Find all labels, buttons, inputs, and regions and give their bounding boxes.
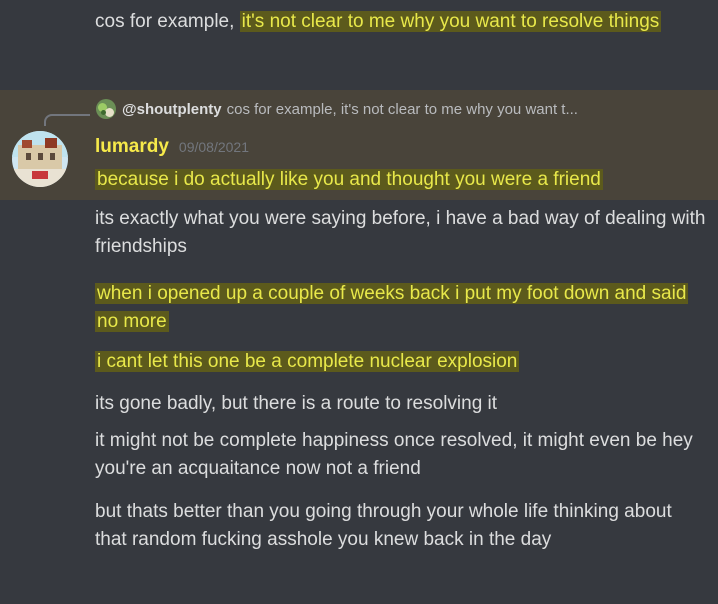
message-text: its gone badly, but there is a route to … bbox=[95, 393, 498, 414]
reply-spine bbox=[44, 114, 90, 126]
message-line: because i do actually like you and thoug… bbox=[95, 166, 708, 194]
message-header: lumardy 09/08/2021 bbox=[95, 136, 249, 162]
reply-mention[interactable]: @shoutplenty bbox=[122, 101, 222, 118]
message-line: its exactly what you were saying before,… bbox=[95, 205, 708, 261]
message-text: i cant let this one be a complete nuclea… bbox=[95, 351, 520, 372]
message-line: i cant let this one be a complete nuclea… bbox=[95, 348, 708, 376]
message-line: but thats better than you going through … bbox=[95, 498, 708, 554]
message-previous-highlight: it's not clear to me why you want to res… bbox=[239, 11, 662, 32]
message-line: it might not be complete happiness once … bbox=[95, 427, 708, 483]
reply-reference[interactable]: @shoutplenty cos for example, it's not c… bbox=[96, 97, 712, 121]
message-previous: cos for example, it's not clear to me wh… bbox=[95, 8, 708, 36]
reply-preview-text[interactable]: cos for example, it's not clear to me wh… bbox=[227, 101, 578, 118]
message-text: but thats better than you going through … bbox=[95, 501, 672, 550]
cactus-avatar-icon[interactable] bbox=[96, 99, 116, 119]
message-text: it might not be complete happiness once … bbox=[95, 430, 693, 479]
message-text: because i do actually like you and thoug… bbox=[95, 169, 603, 190]
message-timestamp[interactable]: 09/08/2021 bbox=[179, 139, 249, 155]
message-text: when i opened up a couple of weeks back … bbox=[95, 283, 689, 332]
message-text: its exactly what you were saying before,… bbox=[95, 208, 706, 257]
message-previous-text: cos for example, bbox=[95, 11, 240, 32]
message-line: its gone badly, but there is a route to … bbox=[95, 390, 708, 418]
message-line: when i opened up a couple of weeks back … bbox=[95, 280, 708, 336]
author-avatar[interactable] bbox=[12, 131, 68, 187]
author-name[interactable]: lumardy bbox=[95, 136, 169, 158]
